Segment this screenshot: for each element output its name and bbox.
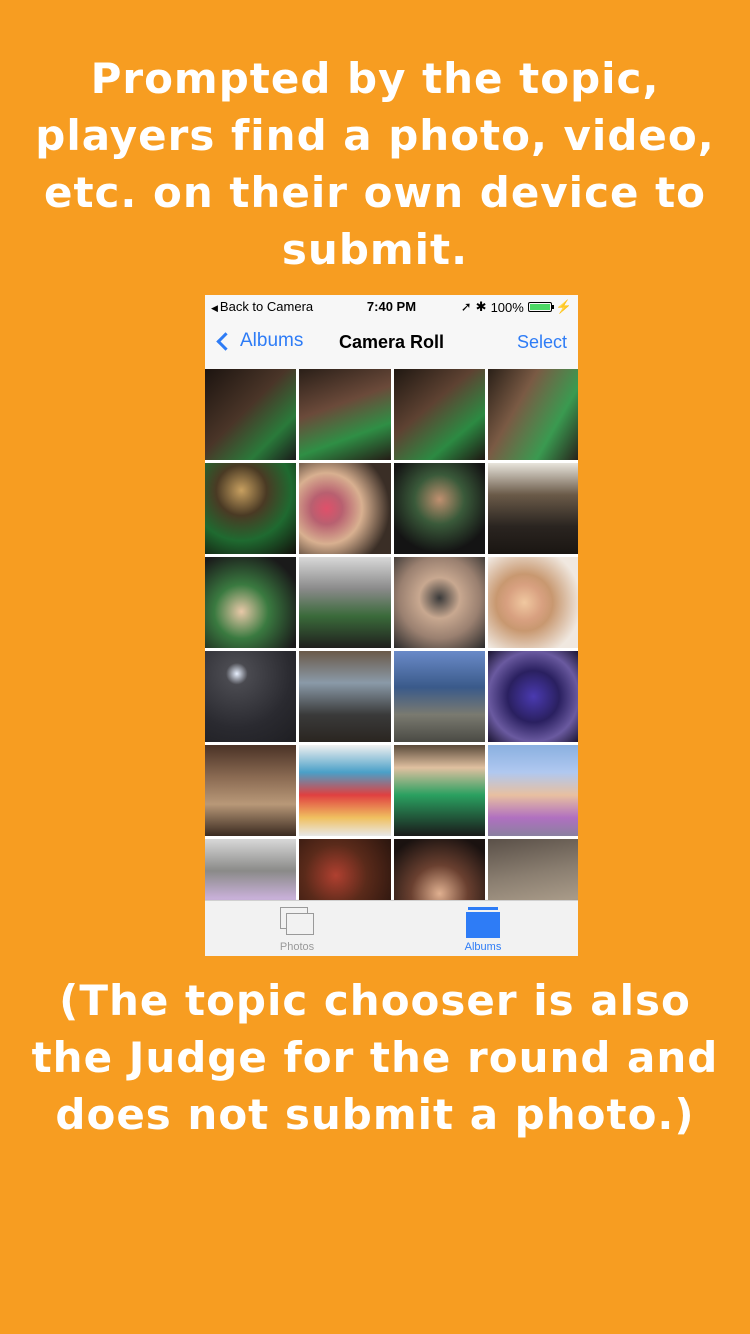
photo-thumbnail[interactable] — [393, 463, 485, 554]
photo-thumbnail[interactable] — [299, 651, 391, 742]
charging-icon: ⚡ — [555, 299, 572, 314]
footer-line: does not submit a photo.) — [55, 1090, 695, 1139]
photo-thumbnail[interactable] — [299, 557, 391, 648]
tab-bar: Photos Albums — [205, 900, 578, 956]
photo-thumbnail[interactable] — [487, 463, 578, 554]
photo-grid — [205, 369, 578, 930]
tab-albums[interactable]: Albums — [423, 907, 543, 953]
albums-icon — [466, 907, 500, 938]
photo-thumbnail[interactable] — [487, 369, 578, 460]
location-icon: ➚ — [460, 299, 472, 314]
photo-thumbnail[interactable] — [487, 651, 578, 742]
photo-thumbnail[interactable] — [393, 651, 485, 742]
tab-albums-label: Albums — [464, 941, 502, 953]
tab-photos-label: Photos — [279, 941, 315, 953]
photo-thumbnail[interactable] — [487, 557, 578, 648]
photo-thumbnail[interactable] — [487, 745, 578, 836]
headline-line: Prompted by the topic, — [90, 54, 660, 103]
photo-thumbnail[interactable] — [205, 651, 297, 742]
headline-line: submit. — [281, 225, 469, 274]
headline-line: players find a photo, video, — [35, 111, 715, 160]
photo-thumbnail[interactable] — [393, 557, 485, 648]
photo-thumbnail[interactable] — [393, 369, 485, 460]
photo-thumbnail[interactable] — [205, 463, 297, 554]
select-button[interactable]: Select — [517, 332, 567, 353]
photo-thumbnail[interactable] — [299, 463, 391, 554]
status-bar: ◀ Back to Camera 7:40 PM ➚ ✱ 100% ⚡ — [205, 295, 578, 317]
photo-thumbnail[interactable] — [393, 745, 485, 836]
bluetooth-icon: ✱ — [475, 299, 487, 314]
photo-thumbnail[interactable] — [299, 745, 391, 836]
battery-icon — [527, 302, 554, 312]
footer-line: (The topic chooser is also — [59, 976, 691, 1025]
battery-percent: 100% — [490, 299, 524, 315]
phone-screenshot: ◀ Back to Camera 7:40 PM ➚ ✱ 100% ⚡ Album… — [205, 295, 578, 956]
headline-line: etc. on their own device to — [43, 168, 707, 217]
photo-thumbnail[interactable] — [299, 369, 391, 460]
headline: Prompted by the topic, players find a ph… — [0, 50, 750, 278]
tab-photos[interactable]: Photos — [237, 907, 357, 953]
footer-line: the Judge for the round and — [31, 1033, 719, 1082]
footer-caption: (The topic chooser is also the Judge for… — [0, 972, 750, 1143]
photos-icon — [280, 907, 314, 937]
photo-thumbnail[interactable] — [205, 369, 297, 460]
photo-thumbnail[interactable] — [205, 557, 297, 648]
status-indicators: ➚ ✱ 100% ⚡ — [461, 299, 572, 315]
photo-thumbnail[interactable] — [205, 745, 297, 836]
nav-bar: Albums Camera Roll Select — [205, 317, 578, 367]
